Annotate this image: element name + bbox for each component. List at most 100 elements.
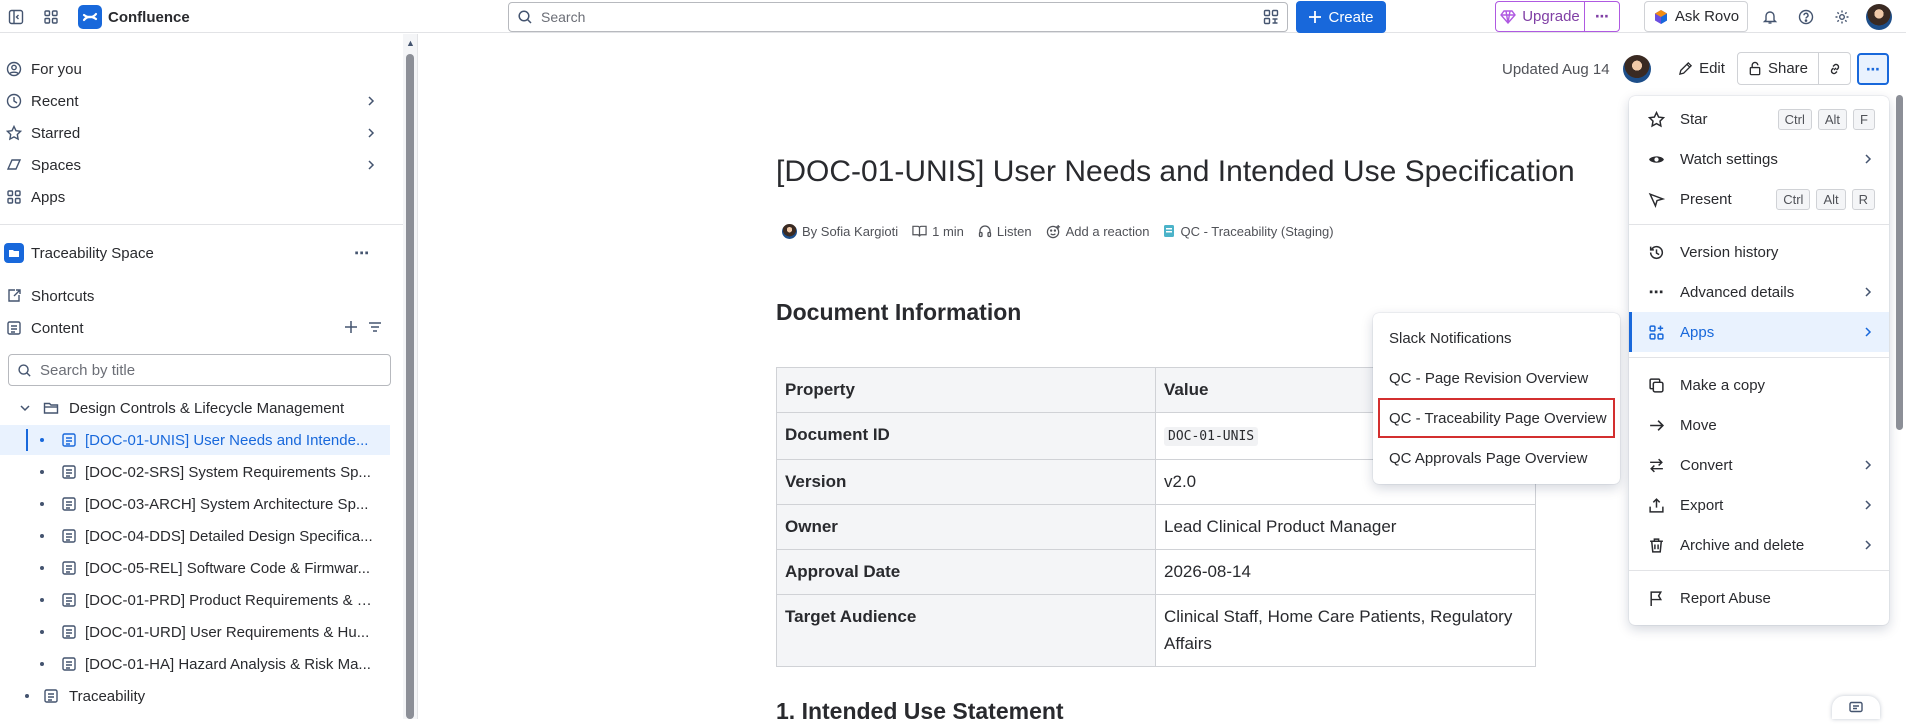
menu-item-export[interactable]: Export: [1629, 485, 1889, 525]
sidebar-item-starred[interactable]: Starred: [0, 118, 390, 148]
menu-item-present[interactable]: Present Ctrl Alt R: [1629, 179, 1889, 219]
submenu-item[interactable]: Slack Notifications: [1373, 318, 1620, 358]
tree-item[interactable]: [DOC-01-URD] User Requirements & Hu...: [0, 617, 390, 647]
tree-item-active[interactable]: [DOC-01-UNIS] User Needs and Intende...: [0, 425, 390, 455]
eye-icon: [1647, 150, 1665, 168]
tree-item[interactable]: Traceability: [0, 681, 390, 711]
menu-item-advanced-details[interactable]: ⋯ Advanced details: [1629, 272, 1889, 312]
scrollbar-thumb[interactable]: [406, 54, 414, 719]
tree-folder[interactable]: Design Controls & Lifecycle Management: [0, 393, 390, 423]
menu-item-move[interactable]: Move: [1629, 405, 1889, 445]
confluence-logo[interactable]: Confluence: [78, 5, 190, 29]
menu-item-version-history[interactable]: Version history: [1629, 232, 1889, 272]
space-header[interactable]: Traceability Space ⋯: [0, 238, 390, 268]
share-button[interactable]: Share: [1737, 52, 1819, 85]
page-scrollbar[interactable]: [1893, 95, 1906, 435]
tree-item[interactable]: [DOC-01-HA] Hazard Analysis & Risk Ma...: [0, 649, 390, 679]
table-cell-value: Clinical Staff, Home Care Patients, Regu…: [1155, 594, 1536, 667]
submenu-item[interactable]: QC Approvals Page Overview: [1373, 438, 1620, 478]
bullet: [40, 502, 44, 506]
table-row: Owner Lead Clinical Product Manager: [776, 504, 1536, 550]
tree-item[interactable]: [DOC-04-DDS] Detailed Design Specifica..…: [0, 521, 390, 551]
more-icon[interactable]: ⋯: [354, 244, 370, 262]
scrollbar-thumb[interactable]: [1896, 95, 1903, 430]
chevron-down-icon[interactable]: [20, 403, 30, 413]
sidebar-item-for-you[interactable]: For you: [0, 54, 390, 84]
more-actions-button[interactable]: ⋯: [1857, 53, 1889, 85]
menu-separator: [1629, 224, 1889, 225]
menu-item-watch-settings[interactable]: Watch settings: [1629, 139, 1889, 179]
author-avatar[interactable]: [1623, 55, 1651, 83]
menu-item-apps[interactable]: Apps: [1629, 312, 1889, 352]
create-button[interactable]: Create: [1296, 1, 1386, 33]
menu-item-label: Star: [1680, 110, 1708, 128]
user-avatar[interactable]: [1866, 4, 1892, 30]
sidebar-item-shortcuts[interactable]: Shortcuts: [0, 281, 390, 311]
byline-app-link[interactable]: QC - Traceability (Staging): [1163, 223, 1334, 239]
app-icon: [1164, 225, 1175, 237]
active-indicator: [26, 429, 28, 451]
rovo-icon: [1654, 9, 1667, 24]
ask-rovo-button[interactable]: Ask Rovo: [1644, 1, 1748, 32]
settings-icon[interactable]: [1830, 5, 1854, 29]
app-switcher-icon[interactable]: [39, 5, 63, 29]
notifications-icon[interactable]: [1758, 5, 1782, 29]
page-icon: [61, 560, 77, 576]
sidebar-scrollbar[interactable]: ▲: [403, 34, 417, 719]
feedback-button[interactable]: [1832, 696, 1880, 719]
listen-button[interactable]: Listen: [978, 224, 1032, 239]
tree-item[interactable]: [DOC-02-SRS] System Requirements Sp...: [0, 457, 390, 487]
sidebar-item-content[interactable]: Content: [0, 313, 390, 343]
listen-label: Listen: [996, 223, 1032, 239]
menu-item-make-a-copy[interactable]: Make a copy: [1629, 365, 1889, 405]
folder-icon: [43, 400, 59, 416]
filter-icon[interactable]: [368, 320, 382, 334]
edit-button[interactable]: Edit: [1663, 52, 1740, 85]
menu-item-archive-and-delete[interactable]: Archive and delete: [1629, 525, 1889, 565]
sidebar-item-spaces[interactable]: Spaces: [0, 150, 390, 180]
pencil-icon: [1679, 61, 1693, 76]
sidebar-item-recent[interactable]: Recent: [0, 86, 390, 116]
app-label: QC - Traceability (Staging): [1180, 223, 1334, 239]
scroll-up-icon[interactable]: ▲: [406, 38, 415, 48]
bullet: [40, 438, 44, 442]
menu-item-star[interactable]: Star Ctrl Alt F: [1629, 99, 1889, 139]
upgrade-button[interactable]: Upgrade: [1496, 2, 1585, 31]
upgrade-label: Upgrade: [1522, 8, 1580, 25]
search-by-title-placeholder: Search by title: [40, 361, 136, 379]
copy-link-button[interactable]: [1818, 52, 1851, 85]
submenu-item[interactable]: QC - Page Revision Overview: [1373, 358, 1620, 398]
byline-author[interactable]: By Sofia Kargioti: [782, 223, 898, 239]
tree-item[interactable]: [DOC-05-REL] Software Code & Firmwar...: [0, 553, 390, 583]
kbd-key: Alt: [1817, 108, 1848, 130]
divider: [417, 34, 418, 719]
help-icon[interactable]: [1794, 5, 1818, 29]
tree-item-label: [DOC-01-UNIS] User Needs and Intende...: [85, 431, 369, 449]
search-by-title-input[interactable]: Search by title: [8, 354, 391, 386]
arrow-right-icon: [1647, 416, 1665, 434]
filter-icon[interactable]: [1263, 9, 1279, 25]
menu-separator: [1629, 357, 1889, 358]
upgrade-more-button[interactable]: ⋯: [1585, 8, 1619, 25]
menu-item-label: Advanced details: [1680, 283, 1795, 301]
search-input[interactable]: Search: [508, 2, 1288, 32]
sidebar-toggle-icon[interactable]: [4, 5, 28, 29]
sidebar-item-apps[interactable]: Apps: [0, 182, 390, 212]
tree-item[interactable]: [DOC-03-ARCH] System Architecture Sp...: [0, 489, 390, 519]
table-cell-key: Version: [776, 459, 1156, 505]
menu-item-convert[interactable]: Convert: [1629, 445, 1889, 485]
menu-item-report-abuse[interactable]: Report Abuse: [1629, 578, 1889, 618]
table-cell-key: Approval Date: [776, 549, 1156, 595]
top-navigation: Confluence Search Create Upgrade ⋯ Ask R…: [0, 0, 1906, 33]
bullet: [40, 662, 44, 666]
plus-icon[interactable]: [344, 320, 358, 334]
add-reaction-button[interactable]: Add a reaction: [1046, 224, 1149, 239]
tree-item[interactable]: [DOC-01-PRD] Product Requirements & V...: [0, 585, 390, 615]
menu-item-label: Make a copy: [1680, 376, 1766, 394]
updated-label: Updated Aug 14: [1502, 60, 1610, 78]
content-icon: [6, 320, 22, 336]
page-icon: [61, 432, 77, 448]
chevron-right-icon: [366, 96, 376, 106]
submenu-item-highlighted[interactable]: QC - Traceability Page Overview: [1378, 398, 1615, 438]
table-cell-key: Owner: [776, 504, 1156, 550]
